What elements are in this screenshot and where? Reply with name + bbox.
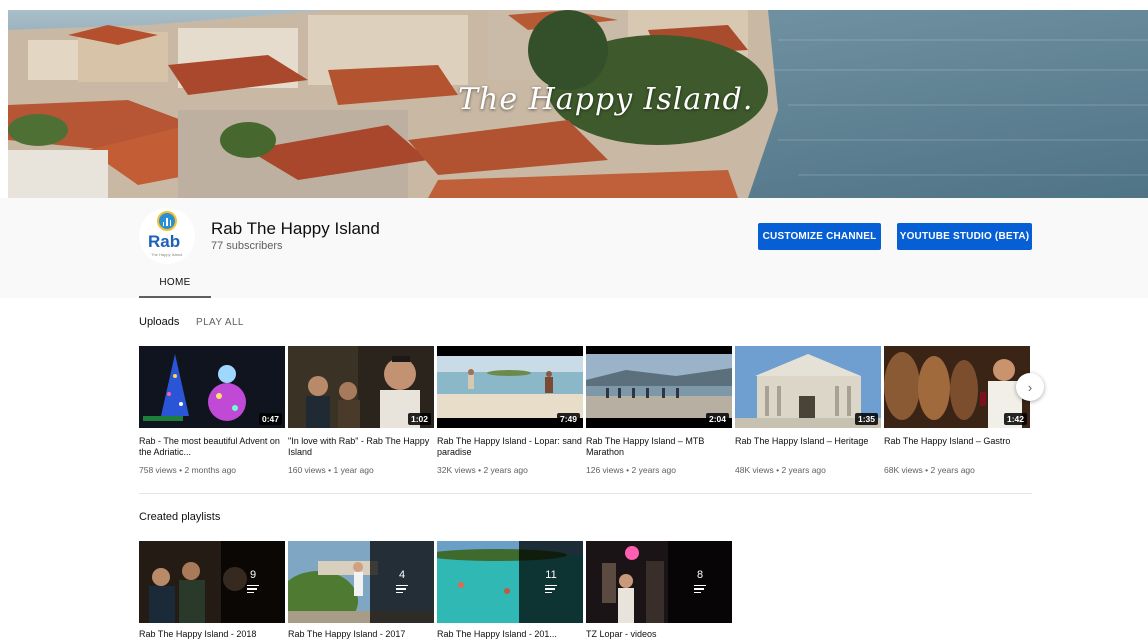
playlist-count: 8: [696, 568, 704, 581]
video-views: 758 views: [139, 465, 177, 475]
subscriber-count: 77 subscribers: [211, 240, 283, 252]
channel-banner: The Happy Island.: [8, 10, 1148, 198]
video-views: 48K views: [735, 465, 774, 475]
video-duration: 1:02: [407, 413, 431, 425]
video-card[interactable]: 0:47 Rab - The most beautiful Advent on …: [139, 346, 285, 475]
video-title[interactable]: "In love with Rab" - Rab The Happy Islan…: [288, 436, 434, 458]
video-card[interactable]: 1:42 Rab The Happy Island – Gastro 68K v…: [884, 346, 1030, 475]
youtube-studio-button[interactable]: YOUTUBE STUDIO (BETA): [897, 223, 1032, 250]
video-duration: 1:42: [1003, 413, 1027, 425]
video-age: 2 years ago: [781, 465, 826, 475]
playlist-icon: [396, 584, 408, 596]
video-views: 32K views: [437, 465, 476, 475]
video-meta: 48K views • 2 years ago: [735, 465, 826, 475]
playlist-title[interactable]: Rab The Happy Island - 2017: [288, 629, 434, 639]
avatar-text: Rab: [148, 232, 181, 251]
video-title[interactable]: Rab The Happy Island – MTB Marathon: [586, 436, 732, 458]
playlist-thumbnail[interactable]: 4: [288, 541, 434, 623]
playlist-title[interactable]: Rab The Happy Island - 2018: [139, 629, 285, 639]
playlist-title[interactable]: Rab The Happy Island - 201...: [437, 629, 583, 639]
video-thumbnail[interactable]: 1:35: [735, 346, 881, 428]
video-age: 2 months ago: [184, 465, 237, 475]
chevron-right-icon[interactable]: ›: [1016, 373, 1044, 401]
youtube-channel-page: The Happy Island. Rab The Happy Island R…: [0, 0, 1148, 639]
playlist-overlay: 4: [370, 541, 434, 623]
video-title[interactable]: Rab The Happy Island – Heritage: [735, 436, 881, 458]
playlist-count: 11: [545, 568, 557, 581]
channel-avatar[interactable]: Rab The Happy Island: [139, 208, 195, 264]
customize-channel-button[interactable]: CUSTOMIZE CHANNEL: [758, 223, 881, 250]
uploads-title[interactable]: Uploads: [139, 316, 179, 328]
video-thumbnail[interactable]: 7:49: [437, 346, 583, 428]
video-meta: 32K views • 2 years ago: [437, 465, 528, 475]
video-age: 2 years ago: [930, 465, 975, 475]
video-title[interactable]: Rab - The most beautiful Advent on the A…: [139, 436, 285, 458]
playlists-title[interactable]: Created playlists: [139, 511, 220, 523]
video-meta: 126 views • 2 years ago: [586, 465, 676, 475]
video-thumbnail[interactable]: 1:02: [288, 346, 434, 428]
playlist-overlay: 11: [519, 541, 583, 623]
channel-name: Rab The Happy Island: [211, 219, 380, 238]
playlist-card[interactable]: 11 Rab The Happy Island - 201...: [437, 541, 583, 639]
video-card[interactable]: 1:02 "In love with Rab" - Rab The Happy …: [288, 346, 434, 475]
video-duration: 7:49: [556, 413, 580, 425]
video-thumbnail[interactable]: 2:04: [586, 346, 732, 428]
video-duration: 0:47: [258, 413, 282, 425]
logo-bars: [163, 216, 171, 226]
playlist-thumbnail[interactable]: 8: [586, 541, 732, 623]
playlist-overlay: 9: [221, 541, 285, 623]
playlist-overlay: 8: [668, 541, 732, 623]
video-title[interactable]: Rab The Happy Island - Lopar: sand parad…: [437, 436, 583, 458]
channel-header: Rab The Happy Island Rab The Happy Islan…: [0, 198, 1148, 298]
video-title[interactable]: Rab The Happy Island – Gastro: [884, 436, 1030, 458]
playlist-card[interactable]: 9 Rab The Happy Island - 2018: [139, 541, 285, 639]
tab-home[interactable]: HOME: [139, 268, 211, 298]
playlist-icon: [694, 584, 706, 596]
playlist-icon: [545, 584, 557, 596]
video-duration: 2:04: [705, 413, 729, 425]
video-age: 1 year ago: [333, 465, 374, 475]
banner-title: The Happy Island.: [458, 82, 754, 117]
video-age: 2 years ago: [631, 465, 676, 475]
video-thumbnail[interactable]: 0:47: [139, 346, 285, 428]
playlist-thumbnail[interactable]: 11: [437, 541, 583, 623]
video-thumbnail[interactable]: 1:42: [884, 346, 1030, 428]
avatar-tagline: The Happy Island: [151, 252, 183, 257]
section-divider: [139, 493, 1032, 494]
playlist-count: 4: [398, 568, 406, 581]
playlist-card[interactable]: 4 Rab The Happy Island - 2017: [288, 541, 434, 639]
video-age: 2 years ago: [483, 465, 528, 475]
playlist-title[interactable]: TZ Lopar - videos: [586, 629, 732, 639]
playlist-card[interactable]: 8 TZ Lopar - videos: [586, 541, 732, 639]
video-views: 126 views: [586, 465, 624, 475]
playlist-icon: [247, 584, 259, 596]
video-card[interactable]: 7:49 Rab The Happy Island - Lopar: sand …: [437, 346, 583, 475]
video-card[interactable]: 2:04 Rab The Happy Island – MTB Marathon…: [586, 346, 732, 475]
video-duration: 1:35: [854, 413, 878, 425]
video-views: 68K views: [884, 465, 923, 475]
video-meta: 160 views • 1 year ago: [288, 465, 374, 475]
video-card[interactable]: 1:35 Rab The Happy Island – Heritage 48K…: [735, 346, 881, 475]
playlist-count: 9: [249, 568, 257, 581]
video-meta: 68K views • 2 years ago: [884, 465, 975, 475]
video-meta: 758 views • 2 months ago: [139, 465, 237, 475]
play-all-button[interactable]: PLAY ALL: [196, 317, 244, 328]
video-views: 160 views: [288, 465, 326, 475]
playlist-thumbnail[interactable]: 9: [139, 541, 285, 623]
